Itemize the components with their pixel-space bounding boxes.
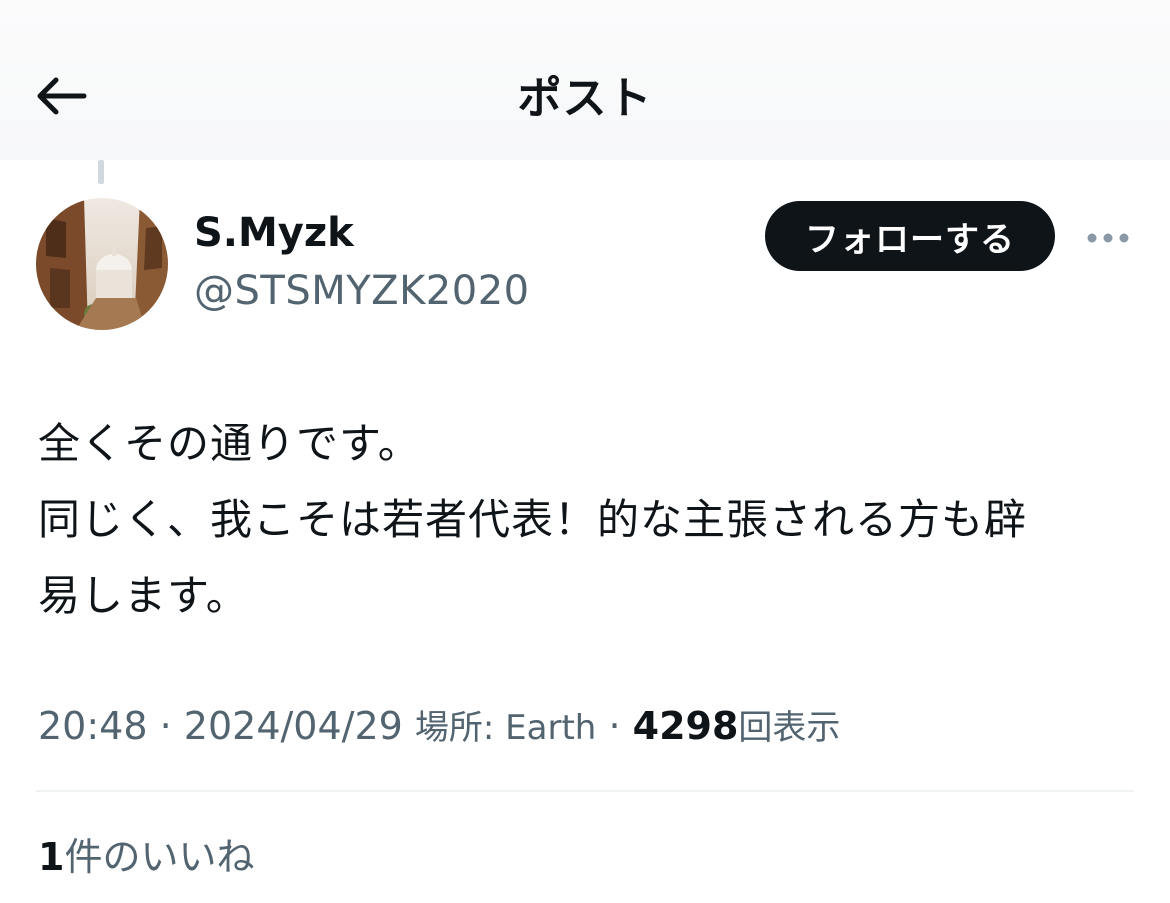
more-horizontal-icon <box>1087 233 1129 243</box>
likes-link[interactable]: 1件のいいね <box>38 826 254 881</box>
likes-count: 1 <box>38 835 65 879</box>
post-text: 全くその通りです。 同じく、我こそは若者代表！的な主張される方も辟 易します。 <box>38 406 1138 634</box>
author-display-name[interactable]: S.Myzk <box>194 210 354 256</box>
views-count: 4298 <box>632 704 739 748</box>
avatar-image <box>36 198 168 330</box>
post-metadata: 20:48 · 2024/04/29 場所: Earth · 4298回表示 <box>38 700 1138 749</box>
post-text-line: 易します。 <box>38 571 249 620</box>
avatar[interactable] <box>36 198 168 330</box>
meta-separator: · <box>159 704 172 748</box>
top-bar: ポスト <box>0 0 1170 160</box>
post-detail-page: ポスト S.Myzk @STSMYZK2020 フォローする 全くその通りです。… <box>0 0 1170 903</box>
post-text-line: 同じく、我こそは若者代表！的な主張される方も辟 <box>38 495 1028 544</box>
more-options-button[interactable] <box>1080 218 1136 258</box>
page-title: ポスト <box>517 73 653 124</box>
post-date[interactable]: 2024/04/29 <box>184 704 403 748</box>
views-label: 回表示 <box>738 708 841 748</box>
post-location: 場所: Earth <box>414 708 597 748</box>
author-handle[interactable]: @STSMYZK2020 <box>194 268 530 314</box>
post-text-line: 全くその通りです。 <box>38 419 421 468</box>
post-time[interactable]: 20:48 <box>38 704 148 748</box>
meta-separator: · <box>608 704 621 748</box>
follow-button[interactable]: フォローする <box>765 201 1055 271</box>
likes-label: 件のいいね <box>64 835 255 879</box>
thread-connector-line <box>98 160 104 184</box>
divider <box>36 790 1134 792</box>
